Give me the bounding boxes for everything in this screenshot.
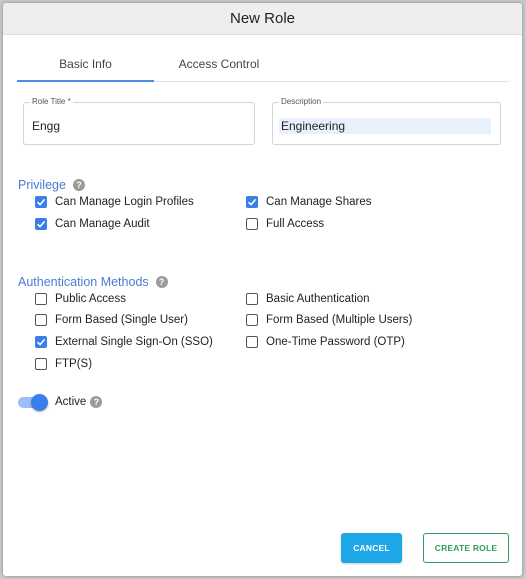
- checkbox-unchecked-icon[interactable]: [35, 314, 47, 326]
- checkbox-label: Form Based (Single User): [55, 314, 188, 326]
- active-label-text: Active: [55, 396, 87, 408]
- checkbox-ftps[interactable]: FTP(S): [35, 358, 92, 370]
- checkbox-label: Can Manage Shares: [266, 196, 372, 208]
- checkbox-unchecked-icon[interactable]: [35, 293, 47, 305]
- checkbox-label: Basic Authentication: [266, 293, 370, 305]
- checkbox-label: Can Manage Audit: [55, 218, 150, 230]
- checkbox-label: Form Based (Multiple Users): [266, 314, 413, 326]
- checkbox-checked-icon[interactable]: [246, 196, 258, 208]
- auth-section-title: Authentication Methods ?: [18, 275, 168, 289]
- help-icon[interactable]: ?: [155, 276, 168, 288]
- checkbox-checked-icon[interactable]: [35, 336, 47, 348]
- checkbox-can-manage-login-profiles[interactable]: Can Manage Login Profiles: [35, 196, 194, 208]
- role-title-field[interactable]: Role Title *: [23, 97, 255, 145]
- role-title-label: Role Title *: [30, 97, 73, 106]
- create-role-button[interactable]: CREATE ROLE: [423, 533, 509, 563]
- dialog-title: New Role: [3, 3, 522, 35]
- checkbox-label: External Single Sign-On (SSO): [55, 336, 213, 348]
- checkbox-unchecked-icon[interactable]: [35, 358, 47, 370]
- checkbox-external-sso[interactable]: External Single Sign-On (SSO): [35, 336, 213, 348]
- checkbox-label: Can Manage Login Profiles: [55, 196, 194, 208]
- checkbox-label: One-Time Password (OTP): [266, 336, 405, 348]
- toggle-knob[interactable]: [31, 394, 48, 411]
- checkbox-can-manage-audit[interactable]: Can Manage Audit: [35, 218, 150, 230]
- help-icon[interactable]: ?: [90, 396, 103, 408]
- checkbox-label: Public Access: [55, 293, 126, 305]
- checkbox-public-access[interactable]: Public Access: [35, 293, 126, 305]
- active-toggle[interactable]: [18, 394, 49, 411]
- description-input[interactable]: [279, 118, 491, 134]
- checkbox-label: Full Access: [266, 218, 325, 230]
- checkbox-form-based-single[interactable]: Form Based (Single User): [35, 314, 188, 326]
- checkbox-checked-icon[interactable]: [35, 218, 47, 230]
- checkbox-unchecked-icon[interactable]: [246, 293, 258, 305]
- checkbox-basic-authentication[interactable]: Basic Authentication: [246, 293, 370, 305]
- role-title-input[interactable]: [30, 118, 240, 134]
- cancel-button[interactable]: CANCEL: [341, 533, 402, 563]
- checkbox-unchecked-icon[interactable]: [246, 336, 258, 348]
- tab-bar: Basic Info Access Control: [17, 47, 509, 82]
- checkbox-full-access[interactable]: Full Access: [246, 218, 324, 230]
- checkbox-can-manage-shares[interactable]: Can Manage Shares: [246, 196, 371, 208]
- description-label: Description: [279, 97, 324, 106]
- description-field[interactable]: Description: [272, 97, 501, 145]
- checkbox-label: FTP(S): [55, 358, 93, 370]
- checkbox-unchecked-icon[interactable]: [246, 218, 258, 230]
- tab-basic-info[interactable]: Basic Info: [17, 47, 154, 82]
- checkbox-form-based-multiple[interactable]: Form Based (Multiple Users): [246, 314, 412, 326]
- privilege-section-title: Privilege ?: [18, 178, 85, 192]
- help-icon[interactable]: ?: [72, 179, 85, 191]
- checkbox-unchecked-icon[interactable]: [246, 314, 258, 326]
- tab-access-control[interactable]: Access Control: [154, 47, 284, 81]
- active-label: Active ?: [55, 396, 103, 408]
- privilege-title-text: Privilege: [18, 178, 66, 192]
- checkbox-checked-icon[interactable]: [35, 196, 47, 208]
- new-role-dialog: New Role Basic Info Access Control Role …: [3, 3, 522, 576]
- auth-title-text: Authentication Methods: [18, 275, 149, 289]
- checkbox-otp[interactable]: One-Time Password (OTP): [246, 336, 405, 348]
